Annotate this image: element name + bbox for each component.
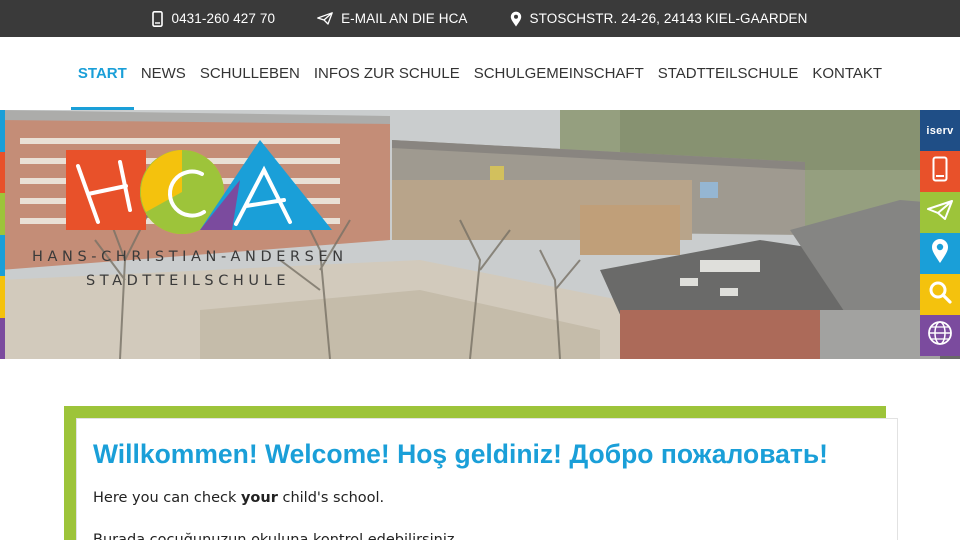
nav-item-start[interactable]: START (70, 37, 134, 110)
paper-plane-icon (317, 12, 333, 25)
address-text: STOSCHSTR. 24-26, 24143 KIEL-GAARDEN (529, 11, 808, 26)
paper-plane-icon (927, 200, 953, 225)
top-contact-bar: 0431-260 427 70 E-MAIL AN DIE HCA STOSCH… (0, 0, 960, 37)
nav-item-stadtteilschule[interactable]: STADTTEILSCHULE (651, 37, 806, 110)
phone-link[interactable]: 0431-260 427 70 (152, 10, 276, 27)
text-emphasis: your (240, 490, 278, 506)
email-button[interactable] (920, 192, 960, 233)
globe-icon (927, 320, 953, 351)
nav-item-schulleben[interactable]: SCHULLEBEN (193, 37, 307, 110)
search-icon (928, 280, 952, 309)
address-link[interactable]: STOSCHSTR. 24-26, 24143 KIEL-GAARDEN (510, 11, 808, 27)
nav-item-kontakt[interactable]: KONTAKT (805, 37, 889, 110)
text-segment: Here you can check (93, 490, 241, 506)
language-button[interactable] (920, 315, 960, 356)
quick-links-sidebar: iserv (920, 110, 960, 356)
location-button[interactable] (920, 233, 960, 274)
mobile-phone-icon (152, 10, 164, 27)
iserv-icon: iserv (926, 124, 954, 137)
logo-school-type: STADTTEILSCHULE (86, 273, 291, 289)
search-button[interactable] (920, 274, 960, 315)
logo-school-name: HANS-CHRISTIAN-ANDERSEN (32, 249, 348, 265)
nav-label: SCHULLEBEN (199, 65, 300, 82)
location-pin-icon (510, 11, 522, 27)
email-link[interactable]: E-MAIL AN DIE HCA (317, 11, 467, 26)
nav-item-schulgemeinschaft[interactable]: SCHULGEMEINSCHAFT (467, 37, 651, 110)
nav-label: STADTTEILSCHULE (657, 65, 799, 82)
phone-number: 0431-260 427 70 (171, 11, 276, 26)
nav-item-infos-zur-schule[interactable]: INFOS ZUR SCHULE (307, 37, 467, 110)
phone-icon (932, 156, 948, 187)
hca-logo-mark (66, 140, 332, 234)
text-segment: child's school. (277, 490, 385, 506)
color-strip (0, 110, 5, 359)
hca-logo[interactable]: HANS-CHRISTIAN-ANDERSEN STADTTEILSCHULE (28, 138, 348, 298)
welcome-card: Willkommen! Welcome! Hoş geldiniz! Добро… (76, 418, 898, 540)
nav-label: INFOS ZUR SCHULE (313, 65, 460, 82)
iserv-button[interactable]: iserv (920, 110, 960, 151)
nav-label: NEWS (140, 65, 186, 82)
nav-label: START (77, 65, 127, 82)
nav-label: SCHULGEMEINSCHAFT (473, 65, 644, 82)
email-label: E-MAIL AN DIE HCA (341, 11, 468, 26)
nav-label: KONTAKT (812, 65, 883, 82)
welcome-text-turkish: Burada çocuğunuzun okuluna kontrol edebi… (93, 532, 460, 540)
hero-banner: HANS-CHRISTIAN-ANDERSEN STADTTEILSCHULE (0, 110, 960, 359)
main-navigation: START NEWS SCHULLEBEN INFOS ZUR SCHULE S… (0, 37, 960, 110)
welcome-text-english: Here you can check your child's school. (93, 490, 384, 506)
phone-button[interactable] (920, 151, 960, 192)
location-pin-icon (931, 238, 949, 269)
welcome-heading: Willkommen! Welcome! Hoş geldiniz! Добро… (93, 439, 828, 469)
nav-item-news[interactable]: NEWS (134, 37, 193, 110)
